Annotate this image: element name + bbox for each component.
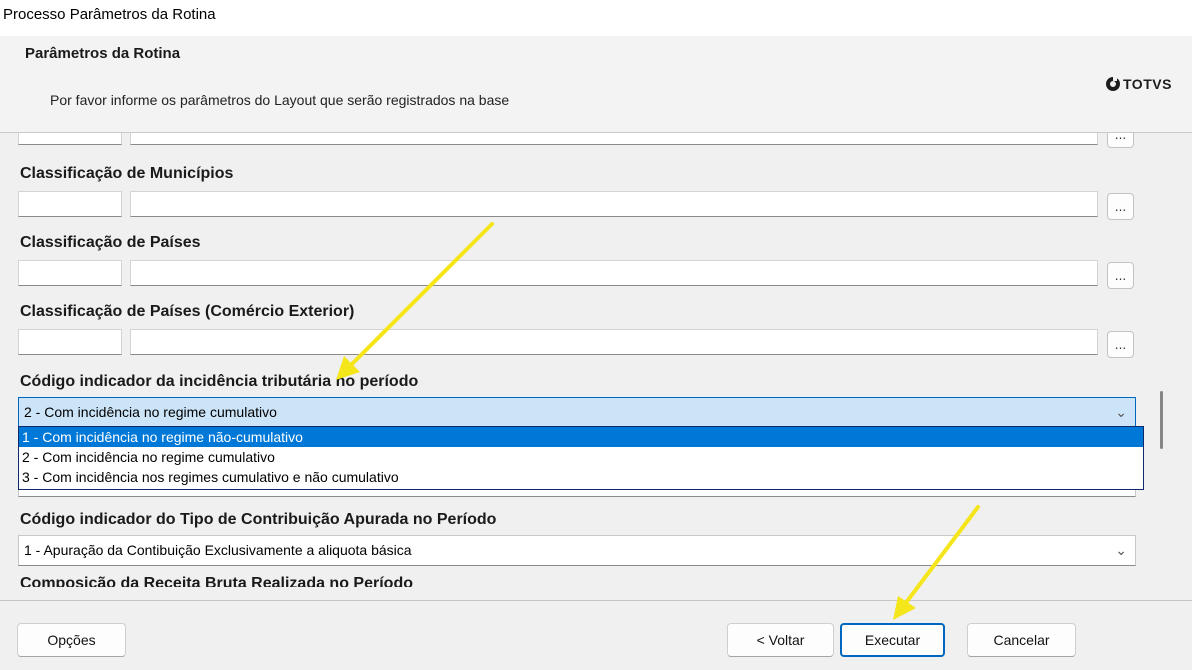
footer-divider bbox=[0, 600, 1192, 601]
scrollbar-thumb[interactable] bbox=[1160, 391, 1163, 449]
incidencia-selected-value: 2 - Com incidência no regime cumulativo bbox=[24, 404, 277, 420]
dropdown-option[interactable]: 2 - Com incidência no regime cumulativo bbox=[19, 447, 1143, 467]
vertical-scrollbar[interactable] bbox=[1151, 148, 1173, 586]
totvs-logo-text: TOTVS bbox=[1123, 76, 1172, 92]
chevron-down-icon[interactable]: ⌄ bbox=[1115, 398, 1127, 427]
incidencia-select[interactable]: 2 - Com incidência no regime cumulativo … bbox=[18, 397, 1136, 428]
paises-description-input[interactable] bbox=[130, 260, 1098, 286]
page-title: Parâmetros da Rotina bbox=[25, 45, 181, 62]
totvs-logo-icon bbox=[1106, 77, 1120, 91]
previous-code-input[interactable] bbox=[18, 133, 122, 145]
dialog-window: Processo Parâmetros da Rotina Parâmetros… bbox=[0, 0, 1192, 670]
paises-lookup-button[interactable]: ... bbox=[1107, 262, 1134, 289]
totvs-logo: TOTVS bbox=[1106, 76, 1172, 92]
paises-label: Classificação de Países bbox=[20, 234, 201, 251]
paises-ce-label: Classificação de Países (Comércio Exteri… bbox=[20, 303, 355, 320]
cancel-button[interactable]: Cancelar bbox=[967, 623, 1076, 657]
paises-ce-code-input[interactable] bbox=[18, 329, 122, 355]
receita-bruta-label: Composição da Receita Bruta Realizada no… bbox=[20, 575, 413, 587]
tipo-contribuicao-selected-value: 1 - Apuração da Contibuição Exclusivamen… bbox=[24, 542, 412, 558]
municipios-code-input[interactable] bbox=[18, 191, 122, 217]
paises-ce-description-input[interactable] bbox=[130, 329, 1098, 355]
chevron-down-icon[interactable]: ⌄ bbox=[1115, 536, 1127, 565]
previous-lookup-button[interactable]: ... bbox=[1107, 133, 1134, 148]
incidencia-label: Código indicador da incidência tributári… bbox=[20, 373, 419, 390]
page-subtitle: Por favor informe os parâmetros do Layou… bbox=[50, 92, 510, 108]
execute-button[interactable]: Executar bbox=[840, 623, 945, 657]
parameters-panel: ... Classificação de Municípios ... Clas… bbox=[0, 133, 1192, 588]
municipios-label: Classificação de Municípios bbox=[20, 165, 234, 182]
municipios-description-input[interactable] bbox=[130, 191, 1098, 217]
municipios-lookup-button[interactable]: ... bbox=[1107, 193, 1134, 220]
tipo-contribuicao-select[interactable]: 1 - Apuração da Contibuição Exclusivamen… bbox=[18, 535, 1136, 566]
previous-description-input[interactable] bbox=[130, 133, 1098, 145]
options-button[interactable]: Opções bbox=[17, 623, 126, 657]
tipo-contribuicao-label: Código indicador do Tipo de Contribuição… bbox=[20, 511, 497, 528]
window-title: Processo Parâmetros da Rotina bbox=[3, 6, 216, 23]
back-button[interactable]: < Voltar bbox=[727, 623, 834, 657]
dropdown-option[interactable]: 3 - Com incidência nos regimes cumulativ… bbox=[19, 467, 1143, 487]
paises-code-input[interactable] bbox=[18, 260, 122, 286]
paises-ce-lookup-button[interactable]: ... bbox=[1107, 331, 1134, 358]
incidencia-dropdown-list[interactable]: 1 - Com incidência no regime não-cumulat… bbox=[18, 426, 1144, 490]
title-bar: Processo Parâmetros da Rotina bbox=[0, 0, 1192, 36]
dropdown-option[interactable]: 1 - Com incidência no regime não-cumulat… bbox=[19, 427, 1143, 447]
wizard-header: Parâmetros da Rotina Por favor informe o… bbox=[0, 36, 1192, 133]
